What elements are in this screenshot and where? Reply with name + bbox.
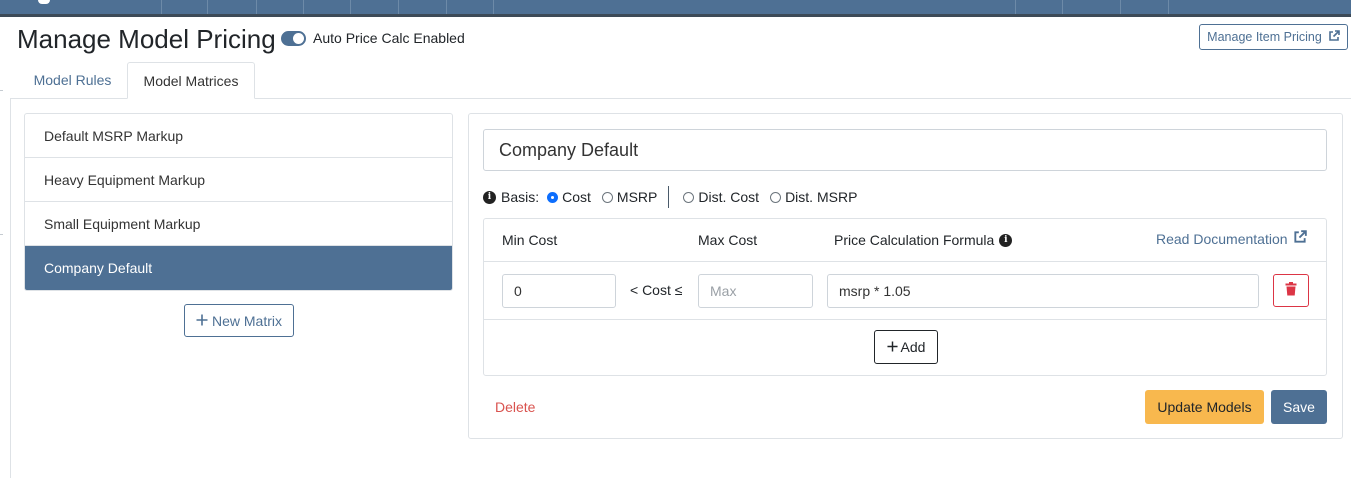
- basis-msrp-label: MSRP: [616, 189, 658, 205]
- add-row-label: Add: [900, 339, 926, 355]
- basis-dist-msrp-radio[interactable]: [770, 191, 782, 203]
- external-link-icon: [1293, 230, 1307, 247]
- new-matrix-label: New Matrix: [211, 312, 282, 329]
- nav-separator: [446, 0, 447, 14]
- max-cost-header-label: Max Cost: [698, 232, 758, 248]
- nav-separator: [1062, 0, 1063, 14]
- new-matrix-button[interactable]: New Matrix: [184, 304, 294, 337]
- toggle-knob: [293, 33, 304, 44]
- external-link-icon: [1328, 29, 1340, 45]
- auto-price-toggle[interactable]: [281, 31, 306, 46]
- min-cost-input[interactable]: [502, 274, 616, 308]
- matrix-list: Default MSRP Markup Heavy Equipment Mark…: [24, 113, 453, 291]
- update-models-button[interactable]: Update Models: [1145, 390, 1264, 424]
- save-button[interactable]: Save: [1271, 390, 1327, 424]
- trash-icon: [1285, 282, 1297, 299]
- min-cost-header-label: Min Cost: [502, 232, 558, 248]
- table-header-divider: [484, 261, 1326, 262]
- formula-header: Price Calculation Formula i: [834, 232, 1013, 248]
- formula-input[interactable]: [827, 274, 1259, 308]
- basis-divider: [668, 186, 670, 208]
- manage-item-pricing-button[interactable]: Manage Item Pricing: [1199, 24, 1348, 50]
- delete-matrix-link[interactable]: Delete: [495, 399, 535, 415]
- nav-separator: [1120, 0, 1121, 14]
- max-cost-header: Max Cost: [698, 232, 757, 248]
- auto-price-toggle-label: Auto Price Calc Enabled: [313, 30, 465, 46]
- plus-icon: [886, 339, 898, 355]
- basis-dist-cost-radio[interactable]: [683, 191, 695, 203]
- nav-separator: [493, 0, 494, 14]
- basis-cost-label: Cost: [562, 189, 591, 205]
- nav-separator: [1015, 0, 1016, 14]
- min-cost-header: Min Cost: [502, 232, 557, 248]
- left-rail: [10, 99, 11, 478]
- basis-msrp-radio[interactable]: [601, 191, 613, 203]
- page-title: Manage Model Pricing: [17, 24, 276, 54]
- pricing-table: Min Cost Max Cost Price Calculation Form…: [483, 218, 1327, 376]
- tab-model-rules[interactable]: Model Rules: [18, 62, 127, 98]
- manage-item-pricing-label: Manage Item Pricing: [1207, 30, 1322, 44]
- read-documentation-link[interactable]: Read Documentation: [1156, 230, 1307, 247]
- nav-separator: [207, 0, 208, 14]
- nav-bottom-border: [0, 14, 1351, 17]
- basis-dist-msrp-label: Dist. MSRP: [785, 189, 858, 205]
- nav-separator: [256, 0, 257, 14]
- matrix-item-heavy-equipment-markup[interactable]: Heavy Equipment Markup: [25, 158, 452, 202]
- rail-tick: [0, 90, 3, 91]
- basis-label: Basis:: [501, 189, 540, 205]
- basis-row: i Basis: Cost MSRP Dist. Cost Dist. MSRP: [483, 186, 858, 208]
- info-icon: i: [483, 190, 496, 204]
- nav-separator: [303, 0, 304, 14]
- table-row-divider: [484, 319, 1326, 320]
- delete-row-button[interactable]: [1273, 274, 1309, 307]
- nav-separator: [398, 0, 399, 14]
- nav-separator: [161, 0, 162, 14]
- plus-icon: [196, 313, 208, 329]
- matrix-item-small-equipment-markup[interactable]: Small Equipment Markup: [25, 202, 452, 246]
- add-row-button[interactable]: Add: [874, 330, 938, 364]
- max-cost-input[interactable]: [698, 274, 813, 308]
- matrix-item-company-default[interactable]: Company Default: [25, 246, 452, 290]
- matrix-name-input[interactable]: [483, 129, 1327, 171]
- formula-info-icon[interactable]: i: [999, 233, 1013, 247]
- basis-cost-radio[interactable]: [547, 191, 559, 203]
- formula-header-label: Price Calculation Formula: [834, 232, 995, 248]
- rail-tick: [0, 234, 3, 235]
- matrix-item-default-msrp-markup[interactable]: Default MSRP Markup: [25, 114, 452, 158]
- cost-operator-label: < Cost ≤: [630, 282, 683, 298]
- nav-separator: [350, 0, 351, 14]
- logo-fragment: [38, 0, 50, 4]
- read-documentation-label: Read Documentation: [1156, 230, 1288, 247]
- top-nav-bar: [0, 0, 1351, 14]
- basis-dist-cost-label: Dist. Cost: [698, 189, 760, 205]
- nav-separator: [1168, 0, 1169, 14]
- tab-model-matrices[interactable]: Model Matrices: [127, 62, 255, 99]
